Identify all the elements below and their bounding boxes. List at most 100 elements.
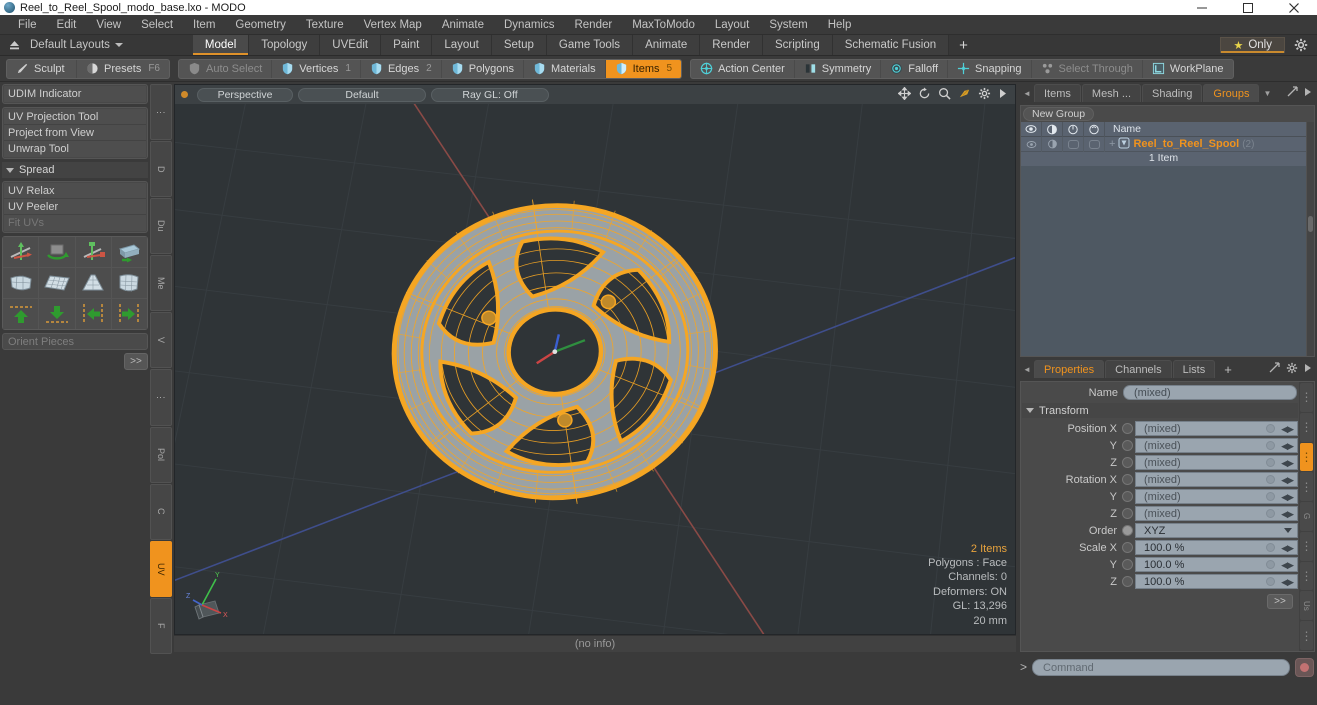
uv-flip-icon[interactable] [111, 237, 147, 267]
gear-icon[interactable] [1289, 35, 1313, 55]
rotation-z-radio[interactable] [1122, 508, 1133, 519]
add-properties-tab-button[interactable]: + [1216, 360, 1240, 378]
3d-viewport[interactable]: Perspective Default Ray GL: Off Y X Z 2 … [174, 84, 1016, 635]
scale-z-radio[interactable] [1122, 576, 1133, 587]
vertices-button[interactable]: Vertices 1 [272, 59, 361, 78]
prop-side-tab-3[interactable] [1300, 472, 1313, 502]
viewport-raygl-selector[interactable]: Ray GL: Off [431, 87, 549, 102]
workplane-button[interactable]: WorkPlane [1143, 60, 1233, 78]
layout-tab-render[interactable]: Render [700, 35, 763, 55]
properties-left-arrow-icon[interactable]: ◄ [1020, 360, 1034, 378]
properties-chevron-right-icon[interactable] [1304, 363, 1312, 376]
menu-animate[interactable]: Animate [432, 15, 494, 35]
rotation-z-input[interactable]: (mixed) ◀▶ [1135, 506, 1298, 521]
left-vtab-5[interactable]: ⋮ [150, 369, 172, 426]
layout-tab-layout[interactable]: Layout [432, 35, 492, 55]
scale-x-radio[interactable] [1122, 542, 1133, 553]
tab-groups[interactable]: Groups [1203, 84, 1260, 102]
tab-properties[interactable]: Properties [1034, 360, 1105, 378]
layout-tab-setup[interactable]: Setup [491, 35, 547, 55]
rotation-y-input[interactable]: (mixed) ◀▶ [1135, 489, 1298, 504]
menu-select[interactable]: Select [131, 15, 183, 35]
expander-icon[interactable]: + [1109, 138, 1115, 150]
menu-view[interactable]: View [86, 15, 131, 35]
menu-render[interactable]: Render [564, 15, 622, 35]
left-vtab-f[interactable]: F [150, 597, 172, 654]
uv-peeler-row[interactable]: UV Peeler [4, 199, 146, 215]
scale-y-input[interactable]: 100.0 % ◀▶ [1135, 557, 1298, 572]
unwrap-tool-row[interactable]: Unwrap Tool [4, 141, 146, 157]
left-vtab-uv[interactable]: UV [150, 540, 172, 597]
left-vtab-curve[interactable]: C [150, 483, 172, 540]
position-y-radio[interactable] [1122, 440, 1133, 451]
axis-gizmo[interactable]: Y X Z [185, 567, 243, 628]
row-lock-toggle[interactable] [1063, 136, 1084, 152]
menu-layout[interactable]: Layout [705, 15, 760, 35]
tree-empty-area[interactable] [1021, 166, 1306, 356]
uv-rotate-icon[interactable] [39, 237, 75, 267]
group-item-subrow[interactable]: 1 Item [1021, 152, 1306, 166]
layout-tab-scripting[interactable]: Scripting [762, 35, 833, 55]
prop-side-tab-2[interactable] [1300, 442, 1313, 472]
left-vtab-mesh[interactable]: Me [150, 255, 172, 312]
auto-select-button[interactable]: Auto Select [179, 59, 273, 78]
prop-side-tab-6[interactable] [1300, 561, 1313, 591]
render-icon[interactable] [1042, 122, 1063, 137]
layout-tab-animate[interactable]: Animate [633, 35, 701, 55]
tab-lists[interactable]: Lists [1172, 360, 1216, 378]
menu-dynamics[interactable]: Dynamics [494, 15, 564, 35]
edges-button[interactable]: Edges 2 [361, 59, 442, 78]
left-vtab-deform[interactable]: D [150, 141, 172, 198]
tab-items[interactable]: Items [1034, 84, 1081, 102]
udim-indicator-row[interactable]: UDIM Indicator [4, 86, 146, 102]
scale-z-input[interactable]: 100.0 % ◀▶ [1135, 574, 1298, 589]
uv-fit-icon[interactable] [3, 268, 39, 298]
layout-tab-schematic-fusion[interactable]: Schematic Fusion [832, 35, 950, 55]
materials-button[interactable]: Materials [524, 59, 606, 78]
prop-side-tab-0[interactable] [1300, 383, 1313, 412]
left-vtab-polygon[interactable]: Pol [150, 426, 172, 483]
uv-right-icon[interactable] [111, 299, 147, 329]
action-center-button[interactable]: Action Center [691, 59, 795, 78]
menu-system[interactable]: System [759, 15, 817, 35]
uv-quad-icon[interactable] [111, 268, 147, 298]
row-select-toggle[interactable] [1084, 136, 1105, 152]
position-z-radio[interactable] [1122, 457, 1133, 468]
position-y-input[interactable]: (mixed) ◀▶ [1135, 438, 1298, 453]
layout-tab-paint[interactable]: Paint [381, 35, 433, 55]
eye-icon[interactable] [1021, 122, 1042, 137]
layout-tab-uvedit[interactable]: UVEdit [320, 35, 382, 55]
tab-channels[interactable]: Channels [1105, 360, 1172, 378]
prop-side-tab-us[interactable]: Us [1300, 591, 1313, 621]
tab-mesh[interactable]: Mesh ... [1081, 84, 1142, 102]
uv-projection-tool-row[interactable]: UV Projection Tool [4, 109, 146, 125]
snapping-button[interactable]: Snapping [948, 59, 1032, 78]
prop-side-tab-8[interactable] [1300, 621, 1313, 651]
panel-left-arrow-icon[interactable]: ◄ [1020, 84, 1034, 102]
menu-geometry[interactable]: Geometry [225, 15, 296, 35]
position-x-radio[interactable] [1122, 423, 1133, 434]
uv-grid-icon[interactable] [39, 268, 75, 298]
maximize-icon[interactable] [1225, 0, 1271, 15]
properties-expand-icon[interactable] [1269, 362, 1280, 376]
uv-relax-row[interactable]: UV Relax [4, 183, 146, 199]
order-dropdown[interactable]: XYZ [1135, 523, 1298, 538]
left-vtab-vertex[interactable]: V [150, 312, 172, 369]
position-z-input[interactable]: (mixed) ◀▶ [1135, 455, 1298, 470]
layout-tab-game-tools[interactable]: Game Tools [546, 35, 634, 55]
viewport-arrow-icon[interactable] [998, 88, 1007, 102]
items-button[interactable]: Items 5 [605, 59, 682, 78]
group-tree-row[interactable]: + Reel_to_Reel_Spool (2) [1021, 136, 1306, 152]
orient-pieces-field[interactable]: Orient Pieces [2, 333, 148, 350]
left-vtab-duplicate[interactable]: Du [150, 198, 172, 255]
rotation-x-input[interactable]: (mixed) ◀▶ [1135, 472, 1298, 487]
chevron-right-icon[interactable] [1304, 87, 1312, 100]
scale-y-radio[interactable] [1122, 559, 1133, 570]
rotation-y-radio[interactable] [1122, 491, 1133, 502]
left-panel-more-button[interactable]: >> [124, 353, 148, 370]
viewport-projection-selector[interactable]: Perspective [197, 87, 293, 102]
row-render-toggle[interactable] [1042, 136, 1063, 152]
select-icon[interactable] [1084, 122, 1105, 137]
order-radio[interactable] [1122, 525, 1133, 536]
uv-down-icon[interactable] [39, 299, 75, 329]
